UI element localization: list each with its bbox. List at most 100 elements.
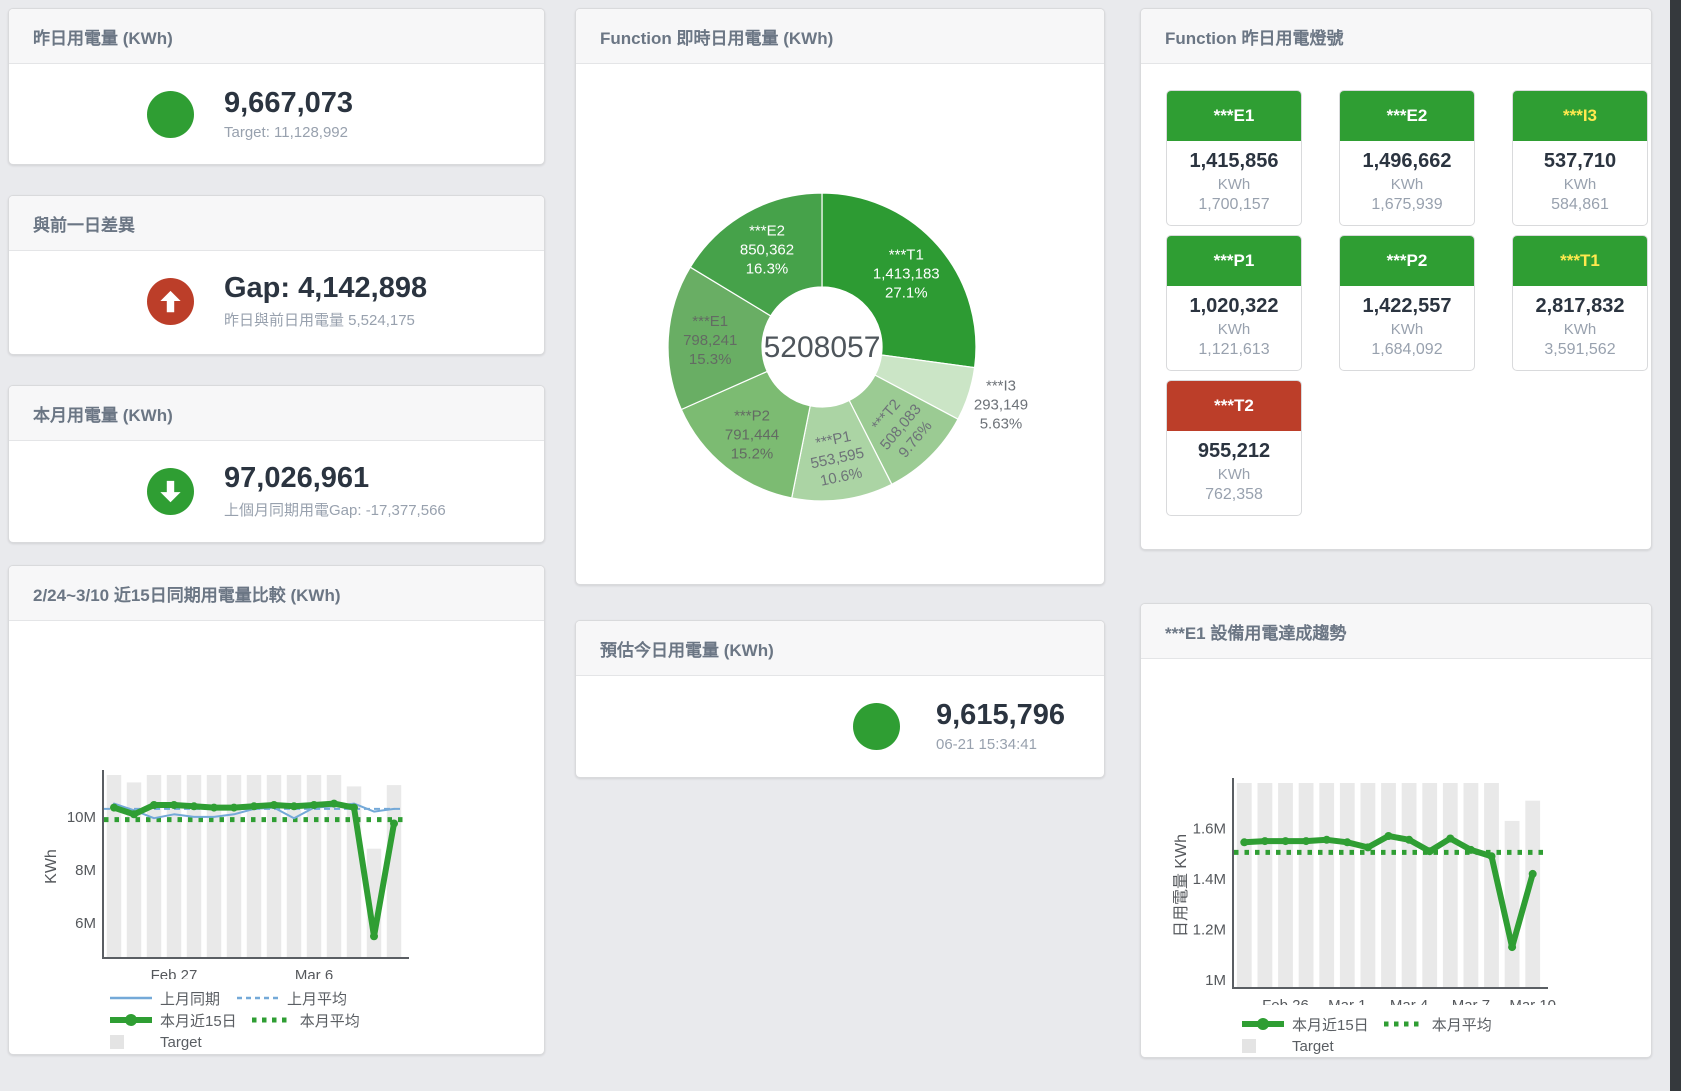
tile-header: ***P2 [1340, 236, 1474, 286]
status-tile: ***E21,496,662KWh1,675,939 [1339, 90, 1475, 226]
card-title: Function 昨日用電燈號 [1165, 24, 1343, 49]
legend-row: 本月近15日 本月平均 [109, 1009, 544, 1031]
tile-header: ***T1 [1513, 236, 1647, 286]
tile-value: 1,415,856 [1169, 150, 1299, 173]
tile-unit: KWh [1169, 321, 1299, 338]
card-title: Function 即時日用電量 (KWh) [600, 24, 833, 49]
target-bar [1340, 783, 1355, 988]
card-header: 昨日用電量 (KWh) [9, 9, 544, 64]
x-tick-label: Feb 26 [1262, 997, 1309, 1005]
stat-body: 9,615,796 06-21 15:34:41 [576, 676, 1104, 776]
status-tile: ***P21,422,557KWh1,684,092 [1339, 235, 1475, 371]
card-header: ***E1 設備用電達成趨勢 [1141, 604, 1651, 659]
card-header: 本月用電量 (KWh) [9, 386, 544, 441]
trend-chart[interactable]: 1M1.2M1.4M1.6MFeb 26Mar 1Mar 4Mar 7Mar 1… [1141, 659, 1651, 1005]
stat-value: Gap: 4,142,898 [224, 272, 427, 305]
target-bar [1361, 783, 1376, 988]
legend-label: 本月近15日 [1292, 1014, 1369, 1035]
tile-unit: KWh [1342, 321, 1472, 338]
arrow-up-icon [147, 278, 194, 325]
legend-label: 本月近15日 [160, 1010, 237, 1031]
legend-item[interactable]: 本月近15日 [109, 1010, 237, 1031]
stat-text: 97,026,961 上個月同期用電Gap: -17,377,566 [224, 462, 446, 519]
tile-unit: KWh [1342, 176, 1472, 193]
card-yesterday-usage: 昨日用電量 (KWh) 9,667,073 Target: 11,128,992 [8, 8, 545, 165]
status-tile: ***T2955,212KWh762,358 [1166, 380, 1302, 516]
donut-slice-label: ***I3293,1495.63% [974, 378, 1028, 433]
donut-chart[interactable]: ***T11,413,18327.1%***I3293,1495.63%***T… [576, 64, 1104, 579]
card-estimate-today: 預估今日用電量 (KWh) 9,615,796 06-21 15:34:41 [575, 620, 1105, 778]
tile-target: 3,591,562 [1515, 341, 1645, 359]
card-header: 2/24~3/10 近15日同期用電量比較 (KWh) [9, 566, 544, 621]
column-right: Function 昨日用電燈號 ***E11,415,856KWh1,700,1… [1140, 8, 1652, 1058]
x-tick-label: Feb 27 [151, 967, 198, 979]
target-bar [1464, 783, 1479, 988]
legend-label: 上月同期 [160, 988, 220, 1009]
tile-body: 1,496,662KWh1,675,939 [1340, 141, 1474, 225]
target-bar [227, 775, 241, 958]
x-tick-label: Mar 7 [1452, 997, 1490, 1005]
legend-line-icon [109, 991, 153, 1005]
compare-chart[interactable]: 6M8M10MFeb 27Mar 6KWh [9, 621, 544, 979]
card-compare-chart: 2/24~3/10 近15日同期用電量比較 (KWh) 6M8M10MFeb 2… [8, 565, 545, 1055]
column-left: 昨日用電量 (KWh) 9,667,073 Target: 11,128,992… [8, 8, 545, 1055]
y-tick-label: 1.6M [1193, 820, 1226, 837]
legend-row: Target [1241, 1035, 1651, 1057]
y-tick-label: 8M [75, 862, 96, 879]
tile-header: ***E1 [1167, 91, 1301, 141]
tile-value: 537,710 [1515, 150, 1645, 173]
tile-value: 955,212 [1169, 440, 1299, 463]
legend-item[interactable]: Target [1241, 1038, 1356, 1055]
tile-body: 1,020,322KWh1,121,613 [1167, 286, 1301, 370]
legend-item[interactable]: 本月平均 [249, 1010, 364, 1031]
green-circle-icon [853, 703, 900, 750]
stat-body: Gap: 4,142,898 昨日與前日用電量 5,524,175 [9, 251, 544, 351]
legend-item[interactable]: 上月同期 [109, 988, 224, 1009]
stat-subtitle: 昨日與前日用電量 5,524,175 [224, 309, 427, 330]
y-axis-label: KWh [43, 849, 60, 884]
legend-label: 上月平均 [287, 988, 347, 1009]
compare-chart-legend: 上月同期 上月平均本月近15日 本月平均 Target [109, 987, 544, 1053]
legend-thickline-icon [109, 1013, 153, 1027]
legend-label: 本月平均 [300, 1010, 360, 1031]
tile-unit: KWh [1169, 466, 1299, 483]
scrollbar[interactable] [1670, 0, 1681, 1091]
target-bar [1505, 821, 1520, 988]
card-title: 昨日用電量 (KWh) [33, 24, 173, 49]
target-bar [1319, 783, 1334, 988]
y-tick-label: 1.2M [1193, 921, 1226, 938]
target-bar [387, 785, 401, 958]
legend-item[interactable]: 本月近15日 [1241, 1014, 1369, 1035]
stat-body: 97,026,961 上個月同期用電Gap: -17,377,566 [9, 441, 544, 541]
legend-row: Target [109, 1031, 544, 1053]
card-trend-chart: ***E1 設備用電達成趨勢 1M1.2M1.4M1.6MFeb 26Mar 1… [1140, 603, 1652, 1058]
card-title: 2/24~3/10 近15日同期用電量比較 (KWh) [33, 581, 341, 606]
stat-text: Gap: 4,142,898 昨日與前日用電量 5,524,175 [224, 272, 427, 329]
legend-label: Target [160, 1034, 202, 1051]
target-bar [1422, 783, 1437, 988]
target-bar [1258, 783, 1273, 988]
tile-body: 1,422,557KWh1,684,092 [1340, 286, 1474, 370]
legend-dotted-icon [249, 1013, 293, 1027]
legend-box-icon [1241, 1039, 1285, 1053]
target-bar [1278, 783, 1293, 988]
status-tile: ***I3537,710KWh584,861 [1512, 90, 1648, 226]
tile-body: 537,710KWh584,861 [1513, 141, 1647, 225]
y-axis-label: 日用電量 KWh [1173, 834, 1190, 937]
card-day-gap: 與前一日差異 Gap: 4,142,898 昨日與前日用電量 5,524,175 [8, 195, 545, 355]
stat-value: 97,026,961 [224, 462, 446, 495]
stat-subtitle: 上個月同期用電Gap: -17,377,566 [224, 499, 446, 520]
stat-text: 9,667,073 Target: 11,128,992 [224, 87, 353, 140]
card-status-lights: Function 昨日用電燈號 ***E11,415,856KWh1,700,1… [1140, 8, 1652, 550]
legend-label: Target [1292, 1038, 1334, 1055]
stat-text: 9,615,796 06-21 15:34:41 [936, 699, 1065, 752]
tile-value: 1,496,662 [1342, 150, 1472, 173]
stat-body: 9,667,073 Target: 11,128,992 [9, 64, 544, 164]
y-tick-label: 6M [75, 915, 96, 932]
target-bar [107, 775, 121, 958]
legend-item[interactable]: 上月平均 [236, 988, 351, 1009]
card-header: Function 昨日用電燈號 [1141, 9, 1651, 64]
legend-item[interactable]: 本月平均 [1381, 1014, 1496, 1035]
legend-dash-icon [236, 991, 280, 1005]
legend-item[interactable]: Target [109, 1034, 224, 1051]
